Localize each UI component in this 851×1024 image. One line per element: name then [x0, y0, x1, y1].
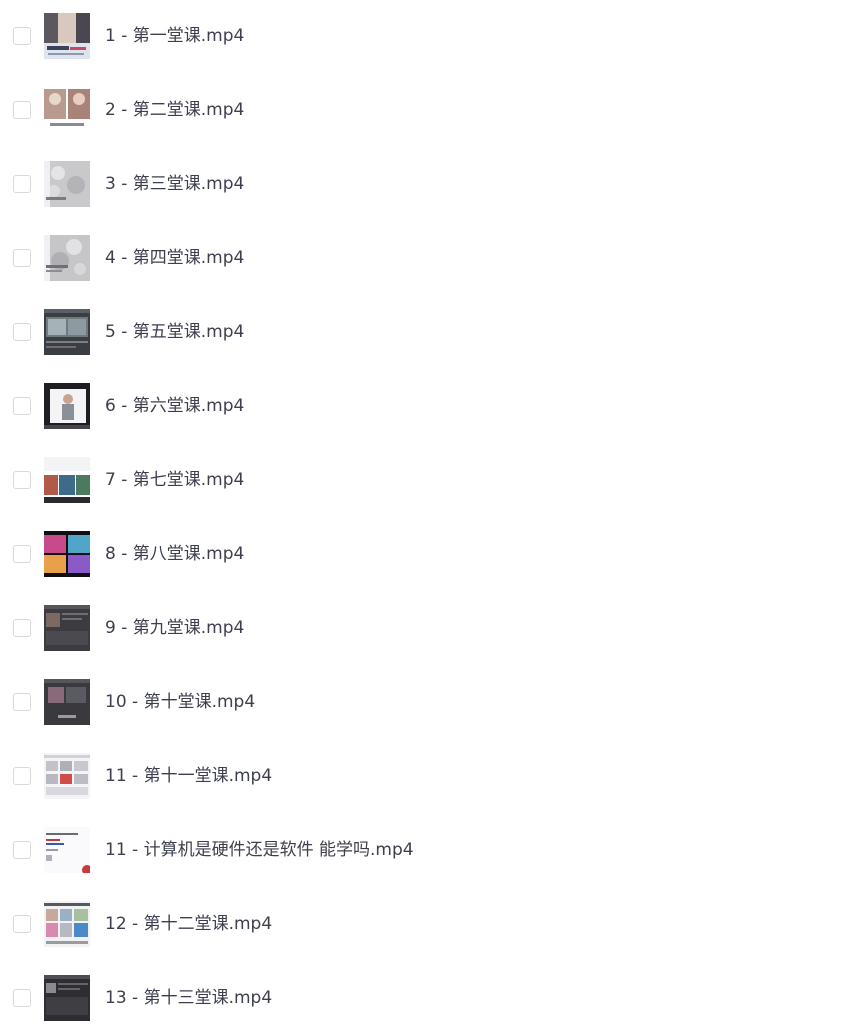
list-item[interactable]: 1 - 第一堂课.mp4 — [0, 0, 851, 74]
file-name[interactable]: 13 - 第十三堂课.mp4 — [105, 986, 272, 1010]
file-name[interactable]: 7 - 第七堂课.mp4 — [105, 468, 244, 492]
file-name[interactable]: 4 - 第四堂课.mp4 — [105, 246, 244, 270]
select-checkbox[interactable] — [13, 841, 31, 859]
file-name[interactable]: 2 - 第二堂课.mp4 — [105, 98, 244, 122]
list-item[interactable]: 9 - 第九堂课.mp4 — [0, 592, 851, 666]
list-item[interactable]: 3 - 第三堂课.mp4 — [0, 148, 851, 222]
video-thumbnail[interactable] — [44, 753, 90, 799]
video-thumbnail[interactable] — [44, 235, 90, 281]
video-thumbnail[interactable] — [44, 531, 90, 577]
select-checkbox[interactable] — [13, 27, 31, 45]
select-checkbox[interactable] — [13, 101, 31, 119]
video-thumbnail[interactable] — [44, 13, 90, 59]
list-item[interactable]: 11 - 第十一堂课.mp4 — [0, 740, 851, 814]
list-item[interactable]: 7 - 第七堂课.mp4 — [0, 444, 851, 518]
video-thumbnail[interactable] — [44, 457, 90, 503]
list-item[interactable]: 13 - 第十三堂课.mp4 — [0, 962, 851, 1024]
list-item[interactable]: 12 - 第十二堂课.mp4 — [0, 888, 851, 962]
select-checkbox[interactable] — [13, 249, 31, 267]
select-checkbox[interactable] — [13, 397, 31, 415]
select-checkbox[interactable] — [13, 545, 31, 563]
file-name[interactable]: 10 - 第十堂课.mp4 — [105, 690, 255, 714]
select-checkbox[interactable] — [13, 471, 31, 489]
video-thumbnail[interactable] — [44, 161, 90, 207]
list-item[interactable]: 2 - 第二堂课.mp4 — [0, 74, 851, 148]
select-checkbox[interactable] — [13, 767, 31, 785]
list-item[interactable]: 10 - 第十堂课.mp4 — [0, 666, 851, 740]
file-name[interactable]: 5 - 第五堂课.mp4 — [105, 320, 244, 344]
file-name[interactable]: 3 - 第三堂课.mp4 — [105, 172, 244, 196]
select-checkbox[interactable] — [13, 915, 31, 933]
video-thumbnail[interactable] — [44, 87, 90, 133]
video-thumbnail[interactable] — [44, 975, 90, 1021]
video-thumbnail[interactable] — [44, 827, 90, 873]
video-thumbnail[interactable] — [44, 605, 90, 651]
video-thumbnail[interactable] — [44, 679, 90, 725]
file-name[interactable]: 11 - 计算机是硬件还是软件 能学吗.mp4 — [105, 838, 414, 862]
list-item[interactable]: 11 - 计算机是硬件还是软件 能学吗.mp4 — [0, 814, 851, 888]
list-item[interactable]: 8 - 第八堂课.mp4 — [0, 518, 851, 592]
select-checkbox[interactable] — [13, 619, 31, 637]
select-checkbox[interactable] — [13, 175, 31, 193]
select-checkbox[interactable] — [13, 989, 31, 1007]
file-name[interactable]: 6 - 第六堂课.mp4 — [105, 394, 244, 418]
video-thumbnail[interactable] — [44, 309, 90, 355]
file-name[interactable]: 8 - 第八堂课.mp4 — [105, 542, 244, 566]
file-name[interactable]: 1 - 第一堂课.mp4 — [105, 24, 244, 48]
list-item[interactable]: 4 - 第四堂课.mp4 — [0, 222, 851, 296]
select-checkbox[interactable] — [13, 693, 31, 711]
video-thumbnail[interactable] — [44, 901, 90, 947]
file-list: 1 - 第一堂课.mp4 2 - 第二堂课.mp4 3 - 第三堂课.mp4 4… — [0, 0, 851, 1024]
select-checkbox[interactable] — [13, 323, 31, 341]
file-name[interactable]: 12 - 第十二堂课.mp4 — [105, 912, 272, 936]
file-name[interactable]: 11 - 第十一堂课.mp4 — [105, 764, 272, 788]
list-item[interactable]: 6 - 第六堂课.mp4 — [0, 370, 851, 444]
list-item[interactable]: 5 - 第五堂课.mp4 — [0, 296, 851, 370]
video-thumbnail[interactable] — [44, 383, 90, 429]
file-name[interactable]: 9 - 第九堂课.mp4 — [105, 616, 244, 640]
